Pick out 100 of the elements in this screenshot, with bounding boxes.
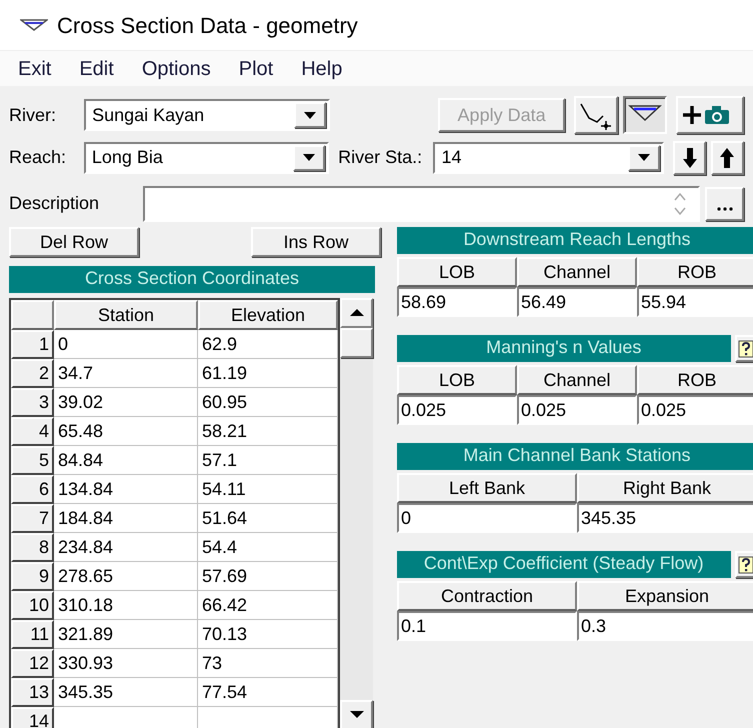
column-header: LOB (397, 257, 517, 287)
table-cell[interactable]: 60.95 (198, 388, 338, 416)
table-cell[interactable]: 77.54 (198, 678, 338, 706)
column-header: Elevation (198, 300, 338, 330)
table-cell[interactable]: 134.84 (54, 474, 198, 504)
row-button[interactable]: Ins Row (251, 227, 381, 257)
next-station-button[interactable] (673, 140, 706, 174)
column-header: Right Bank (577, 473, 753, 503)
field-label: Description (9, 192, 100, 215)
row-button[interactable]: Del Row (9, 227, 139, 257)
help-button[interactable] (735, 551, 753, 578)
row-number: 5 (11, 446, 54, 474)
column-header: Channel (517, 257, 637, 287)
row-number: 10 (11, 590, 54, 620)
table-cell[interactable]: 73 (198, 648, 338, 678)
column-header: Station (54, 300, 198, 330)
table-cell[interactable]: 61.19 (198, 358, 338, 388)
view-toggle-button[interactable] (622, 96, 667, 134)
table-cell[interactable]: 310.18 (54, 590, 198, 620)
value-field[interactable]: 0.1 (397, 611, 577, 641)
value-field[interactable]: 58.69 (397, 287, 517, 317)
table-cell[interactable]: 330.93 (54, 648, 198, 678)
row-number: 14 (11, 706, 54, 728)
caret-icon (638, 154, 650, 161)
row-number: 4 (11, 416, 54, 446)
menu-item[interactable]: Exit (18, 54, 52, 84)
table-cell[interactable]: 57.1 (198, 446, 338, 474)
table-cell[interactable] (54, 706, 198, 728)
table-cell[interactable]: 345.35 (54, 678, 198, 706)
table-cell[interactable]: 66.42 (198, 590, 338, 620)
up-arrow-icon (719, 146, 736, 168)
column-header: ROB (637, 257, 753, 287)
row-number: 8 (11, 532, 54, 562)
plus-icon (682, 105, 702, 125)
camera-icon (704, 105, 729, 125)
scroll-down-button[interactable] (340, 700, 373, 728)
panel-title: Main Channel Bank Stations (397, 443, 753, 470)
table-cell[interactable]: 234.84 (54, 532, 198, 562)
column-header: Channel (517, 365, 637, 395)
row-number: 12 (11, 648, 54, 678)
help-icon (738, 338, 753, 358)
browse-button[interactable] (704, 186, 744, 220)
add-button[interactable] (676, 96, 744, 134)
table-cell[interactable] (198, 706, 338, 728)
row-number: 7 (11, 504, 54, 532)
table-cell[interactable]: 34.7 (54, 358, 198, 388)
menu-item[interactable]: Options (142, 54, 211, 84)
field-label: River Sta.: (338, 146, 424, 169)
description-field[interactable] (143, 186, 700, 222)
value-field[interactable]: 56.49 (517, 287, 637, 317)
value-field[interactable]: 0.025 (517, 395, 637, 425)
help-button[interactable] (735, 335, 753, 362)
panel-title: Cont\Exp Coefficient (Steady Flow) (397, 551, 730, 578)
table-cell[interactable]: 51.64 (198, 504, 338, 532)
window-title: Cross Section Data - geometry (57, 12, 358, 40)
column-header: Left Bank (397, 473, 577, 503)
river-station-dropdown[interactable]: 14 (433, 142, 664, 174)
row-number: 6 (11, 474, 54, 504)
table-cell[interactable]: 54.4 (198, 532, 338, 562)
panel-title: Manning's n Values (397, 335, 730, 362)
down-arrow-icon (350, 711, 364, 718)
table-cell[interactable]: 39.02 (54, 388, 198, 416)
table-cell[interactable]: 58.21 (198, 416, 338, 446)
table-cell[interactable]: 184.84 (54, 504, 198, 532)
menu-item[interactable]: Plot (238, 54, 274, 84)
table-cell[interactable]: 0 (54, 330, 198, 358)
table-cell[interactable]: 54.11 (198, 474, 338, 504)
value-field[interactable]: 0.3 (577, 611, 753, 641)
row-number: 2 (11, 358, 54, 388)
previous-station-button[interactable] (710, 140, 744, 174)
scrollbar[interactable] (340, 298, 373, 728)
table-cell[interactable]: 70.13 (198, 620, 338, 648)
menu-item[interactable]: Edit (79, 54, 114, 84)
row-number: 1 (11, 330, 54, 358)
field-label: River: (9, 104, 58, 126)
value-field[interactable]: 0 (397, 503, 577, 533)
caret-icon (303, 154, 316, 161)
help-icon (738, 554, 753, 574)
value-field[interactable]: 345.35 (577, 503, 753, 533)
table-cell[interactable]: 62.9 (198, 330, 338, 358)
down-arrow-icon (682, 146, 698, 168)
scroll-thumb[interactable] (340, 328, 373, 358)
cross-section-icon (20, 18, 48, 32)
table-cell[interactable]: 65.48 (54, 416, 198, 446)
column-header: ROB (637, 365, 753, 395)
value-field[interactable]: 0.025 (397, 395, 517, 425)
reach-dropdown[interactable]: Long Bia (84, 142, 330, 174)
scroll-up-button[interactable] (340, 298, 373, 328)
table-cell[interactable]: 84.84 (54, 446, 198, 474)
value-field[interactable]: 0.025 (637, 395, 753, 425)
menu-item[interactable]: Help (301, 54, 342, 84)
value-field[interactable]: 55.94 (637, 287, 753, 317)
table-cell[interactable]: 278.65 (54, 562, 198, 590)
table-cell[interactable]: 57.69 (198, 562, 338, 590)
grid-title: Cross Section Coordinates (9, 266, 375, 293)
column-header: Contraction (397, 581, 577, 611)
caret-icon (304, 112, 316, 118)
table-cell[interactable]: 321.89 (54, 620, 198, 648)
up-arrow-icon (350, 309, 364, 316)
river-dropdown[interactable]: Sungai Kayan (84, 99, 330, 131)
